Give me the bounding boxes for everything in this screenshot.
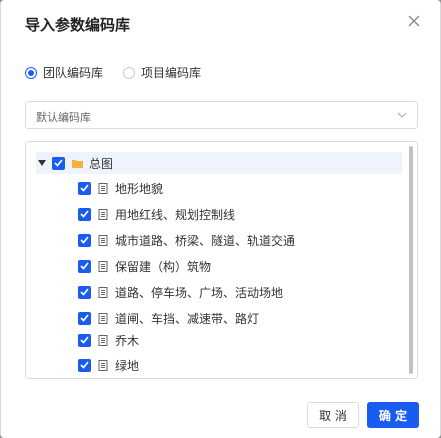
tree-checkbox[interactable]: [78, 181, 91, 195]
tree-node-label: 保留建（构）筑物: [115, 259, 212, 274]
tree-checkbox[interactable]: [78, 207, 91, 221]
radio-label: 项目编码库: [141, 66, 202, 80]
tree-node[interactable]: 地形地貌: [74, 177, 163, 199]
tree-node[interactable]: 用地红线、规划控制线: [74, 203, 235, 225]
tree-node-label: 总图: [89, 156, 114, 171]
tree-scrollbar[interactable]: [409, 146, 413, 374]
dialog-header: 导入参数编码库: [1, 0, 440, 48]
tree-node-label: 城市道路、桥梁、隧道、轨道交通: [115, 233, 296, 248]
tree-node[interactable]: 城市道路、桥梁、隧道、轨道交通: [74, 229, 295, 251]
radio-team-library[interactable]: 团队编码库: [25, 64, 103, 81]
tree-node-label: 绿地: [115, 358, 140, 373]
radio-circle[interactable]: [123, 66, 136, 79]
tree-node-label: 用地红线、规划控制线: [115, 207, 236, 222]
tree-checkbox[interactable]: [78, 333, 91, 347]
library-select-value: 默认编码库: [36, 111, 91, 124]
document-icon: [97, 234, 109, 246]
caret-down-icon[interactable]: [36, 157, 48, 169]
tree-checkbox[interactable]: [78, 259, 91, 273]
close-icon[interactable]: [406, 13, 422, 29]
tree-checkbox[interactable]: [78, 358, 91, 372]
code-tree: 总图 地形地貌 用地红线、规划控制线 城市道路、桥梁、隧道、轨道交通 保留建（构…: [25, 141, 418, 379]
tree-checkbox[interactable]: [78, 233, 91, 247]
import-dialog: 导入参数编码库 团队编码库 项目编码库 默认编码库 总图 地形地貌 用地红线、规…: [0, 0, 441, 438]
tree-checkbox[interactable]: [78, 311, 91, 325]
dialog-title: 导入参数编码库: [25, 16, 131, 34]
document-icon: [97, 260, 109, 272]
folder-icon: [71, 157, 83, 169]
radio-circle[interactable]: [25, 66, 37, 79]
radio-label: 团队编码库: [43, 66, 104, 80]
document-icon: [97, 312, 109, 324]
tree-checkbox[interactable]: [52, 156, 65, 170]
tree-node[interactable]: 道闸、车挡、减速带、路灯: [74, 307, 259, 329]
tree-node-label: 地形地貌: [115, 181, 164, 196]
library-select[interactable]: 默认编码库: [25, 101, 418, 129]
document-icon: [97, 182, 109, 194]
document-icon: [97, 286, 109, 298]
confirm-button[interactable]: 确 定: [367, 402, 419, 428]
tree-node-label: 道闸、车挡、减速带、路灯: [115, 311, 260, 326]
tree-node[interactable]: 保留建（构）筑物: [74, 255, 211, 277]
cancel-button[interactable]: 取 消: [307, 402, 359, 428]
tree-node-label: 道路、停车场、广场、活动场地: [115, 285, 284, 300]
tree-node-root[interactable]: 总图: [36, 152, 402, 174]
document-icon: [97, 208, 109, 220]
tree-node-label: 乔木: [115, 333, 140, 348]
tree-node[interactable]: 道路、停车场、广场、活动场地: [74, 281, 283, 303]
tree-checkbox[interactable]: [78, 285, 91, 299]
tree-node[interactable]: 乔木: [74, 329, 139, 351]
radio-project-library[interactable]: 项目编码库: [123, 64, 201, 81]
tree-node[interactable]: 绿地: [74, 354, 139, 376]
chevron-down-icon: [397, 112, 407, 118]
scope-radio-group: 团队编码库 项目编码库: [25, 64, 221, 81]
document-icon: [97, 334, 109, 346]
document-icon: [97, 359, 109, 371]
